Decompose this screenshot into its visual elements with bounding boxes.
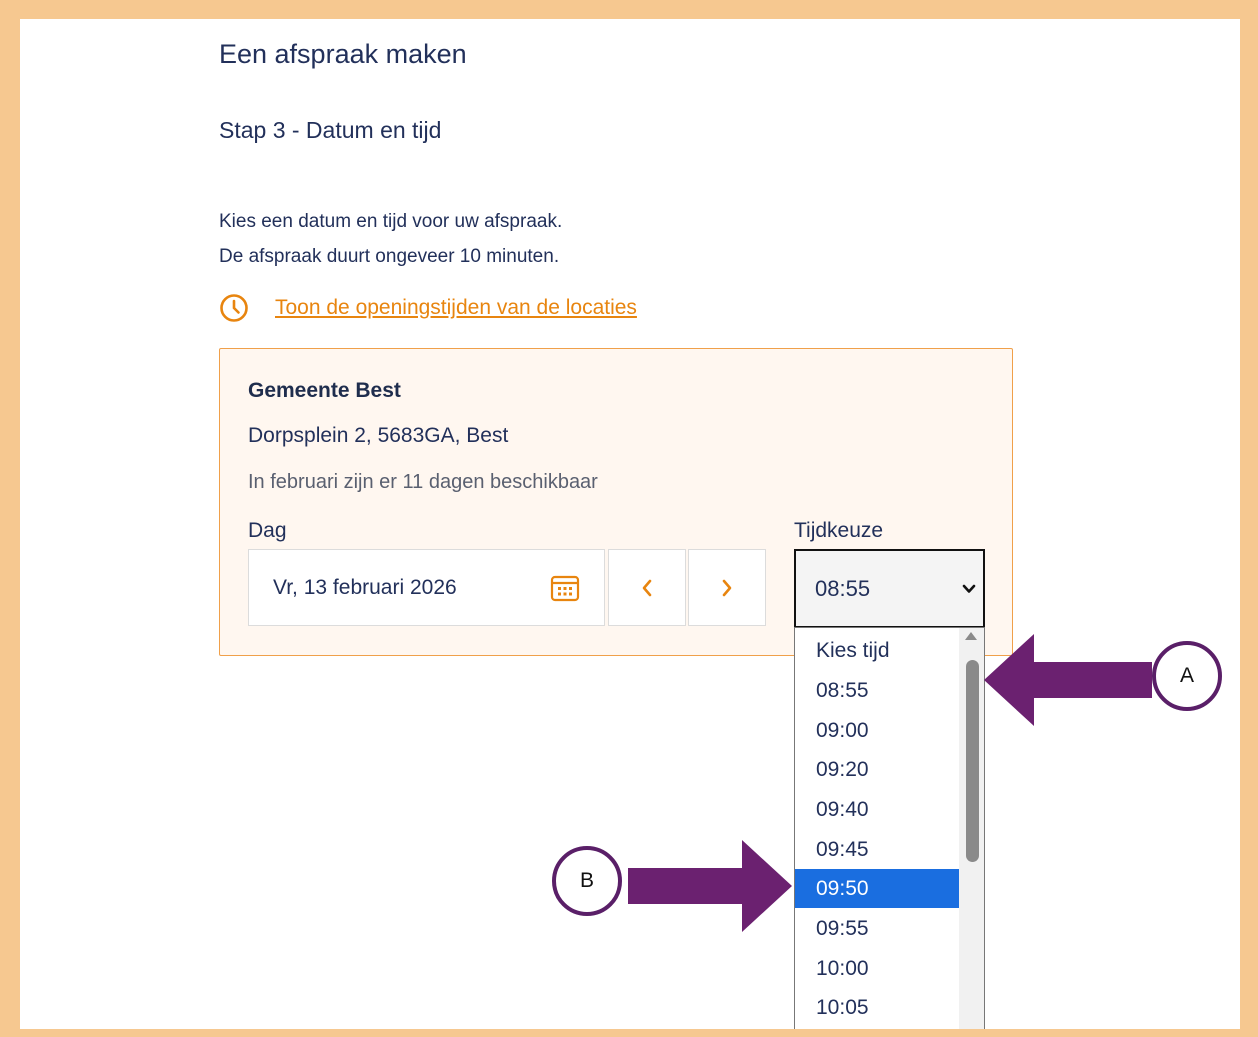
next-day-button[interactable] [688, 549, 766, 626]
availability-text: In februari zijn er 11 dagen beschikbaar [248, 471, 598, 493]
annotation-callout-b: B [552, 846, 622, 916]
dropdown-scrollbar[interactable] [959, 628, 984, 1029]
day-label: Dag [248, 519, 287, 542]
date-value: Vr, 13 februari 2026 [273, 575, 457, 599]
scrollbar-thumb[interactable] [966, 660, 979, 862]
previous-day-button[interactable] [608, 549, 686, 626]
date-input[interactable]: Vr, 13 februari 2026 [248, 549, 605, 626]
chevron-right-icon [722, 579, 732, 596]
intro-line-2: De afspraak duurt ongeveer 10 minuten. [219, 246, 560, 267]
intro-text: Kies een datum en tijd voor uw afspraak.… [219, 204, 562, 274]
time-dropdown-list[interactable]: Kies tijd 08:55 09:00 09:20 09:40 09:45 … [794, 627, 985, 1029]
opening-hours-link[interactable]: Toon de openingstijden van de locaties [219, 293, 637, 323]
page-title: Een afspraak maken [219, 39, 467, 69]
clock-icon [220, 294, 248, 322]
option-0945[interactable]: 09:45 [795, 830, 959, 869]
option-0950[interactable]: 09:50 [795, 869, 959, 908]
annotation-arrow-a [984, 634, 1152, 726]
option-0900[interactable]: 09:00 [795, 711, 959, 750]
option-1005[interactable]: 10:05 [795, 988, 959, 1027]
opening-hours-link-text[interactable]: Toon de openingstijden van de locaties [275, 296, 637, 320]
location-address: Dorpsplein 2, 5683GA, Best [248, 424, 509, 447]
location-card: Gemeente Best Dorpsplein 2, 5683GA, Best… [219, 348, 1013, 656]
option-0920[interactable]: 09:20 [795, 750, 959, 789]
option-kies-tijd[interactable]: Kies tijd [795, 631, 959, 670]
calendar-icon[interactable] [550, 573, 580, 603]
chevron-left-icon [642, 579, 652, 596]
option-0940[interactable]: 09:40 [795, 790, 959, 829]
option-0855[interactable]: 08:55 [795, 671, 959, 710]
step-heading: Stap 3 - Datum en tijd [219, 117, 442, 143]
location-name: Gemeente Best [248, 379, 401, 402]
chevron-down-icon [962, 584, 976, 593]
annotation-callout-a: A [1152, 641, 1222, 711]
option-0955[interactable]: 09:55 [795, 909, 959, 948]
time-select[interactable]: 08:55 [794, 549, 985, 628]
time-select-value: 08:55 [815, 575, 871, 601]
intro-line-1: Kies een datum en tijd voor uw afspraak. [219, 211, 563, 232]
scroll-up-arrow-icon[interactable] [965, 632, 977, 640]
option-1000[interactable]: 10:00 [795, 949, 959, 988]
time-label: Tijdkeuze [794, 519, 884, 542]
annotation-arrow-b [628, 840, 792, 932]
